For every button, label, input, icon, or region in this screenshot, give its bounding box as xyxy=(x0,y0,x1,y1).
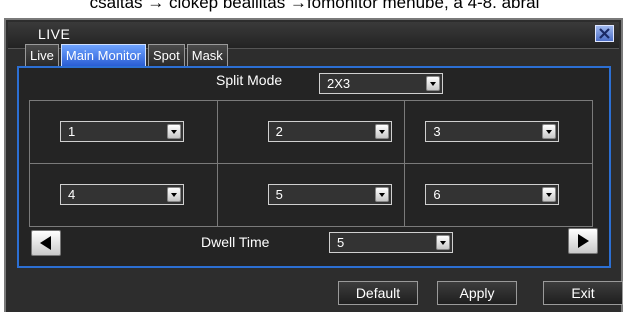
chevron-down-icon xyxy=(542,124,557,139)
grid-cell: 4 xyxy=(29,163,218,227)
grid-cell: 2 xyxy=(216,100,406,164)
main-monitor-panel: Split Mode 2X3 1 2 3 4 5 6 Dwell Time 5 xyxy=(17,66,611,268)
exit-button[interactable]: Exit xyxy=(543,281,623,305)
channel-value: 4 xyxy=(68,187,76,202)
tab-bar: Live Main Monitor Spot Mask xyxy=(25,44,230,66)
dwell-time-label: Dwell Time xyxy=(201,234,270,250)
grid-cell: 3 xyxy=(404,100,593,164)
channel-value: 1 xyxy=(68,124,76,139)
channel-select-2[interactable]: 2 xyxy=(267,121,392,142)
next-page-button[interactable] xyxy=(568,228,598,254)
tab-mask[interactable]: Mask xyxy=(186,44,228,66)
channel-select-6[interactable]: 6 xyxy=(425,184,560,205)
dwell-time-select[interactable]: 5 xyxy=(329,232,453,253)
arrow-left-icon xyxy=(40,236,51,250)
close-icon xyxy=(599,28,610,39)
split-mode-label: Split Mode xyxy=(216,72,283,88)
document-caption: csaltas → ciokep beallitas →fomonitor me… xyxy=(89,0,540,12)
chevron-down-icon xyxy=(374,187,389,202)
channel-value: 3 xyxy=(433,124,441,139)
channel-value: 2 xyxy=(275,124,283,139)
grid-cell: 5 xyxy=(216,163,406,227)
arrow-right-icon xyxy=(578,234,589,248)
channel-select-4[interactable]: 4 xyxy=(60,184,184,205)
chevron-down-icon xyxy=(167,124,181,139)
channel-value: 5 xyxy=(275,187,283,202)
channel-value: 6 xyxy=(433,187,441,202)
channel-grid: 1 2 3 4 5 6 xyxy=(29,100,593,227)
grid-cell: 6 xyxy=(404,163,593,227)
grid-cell: 1 xyxy=(29,100,218,164)
previous-page-button[interactable] xyxy=(31,230,61,256)
split-mode-value: 2X3 xyxy=(327,76,351,91)
tab-live[interactable]: Live xyxy=(25,44,59,66)
channel-select-3[interactable]: 3 xyxy=(425,121,560,142)
dwell-time-value: 5 xyxy=(337,235,345,250)
chevron-down-icon xyxy=(436,235,450,250)
chevron-down-icon xyxy=(167,187,181,202)
tab-main-monitor[interactable]: Main Monitor xyxy=(60,44,146,66)
chevron-down-icon xyxy=(542,187,557,202)
apply-button[interactable]: Apply xyxy=(437,281,517,305)
tab-spot[interactable]: Spot xyxy=(148,44,185,66)
close-button[interactable] xyxy=(595,25,614,42)
chevron-down-icon xyxy=(426,76,440,91)
dialog-title: LIVE xyxy=(38,26,71,42)
default-button[interactable]: Default xyxy=(338,281,418,305)
chevron-down-icon xyxy=(374,124,389,139)
split-mode-select[interactable]: 2X3 xyxy=(319,73,443,94)
channel-select-5[interactable]: 5 xyxy=(267,184,392,205)
channel-select-1[interactable]: 1 xyxy=(60,121,184,142)
